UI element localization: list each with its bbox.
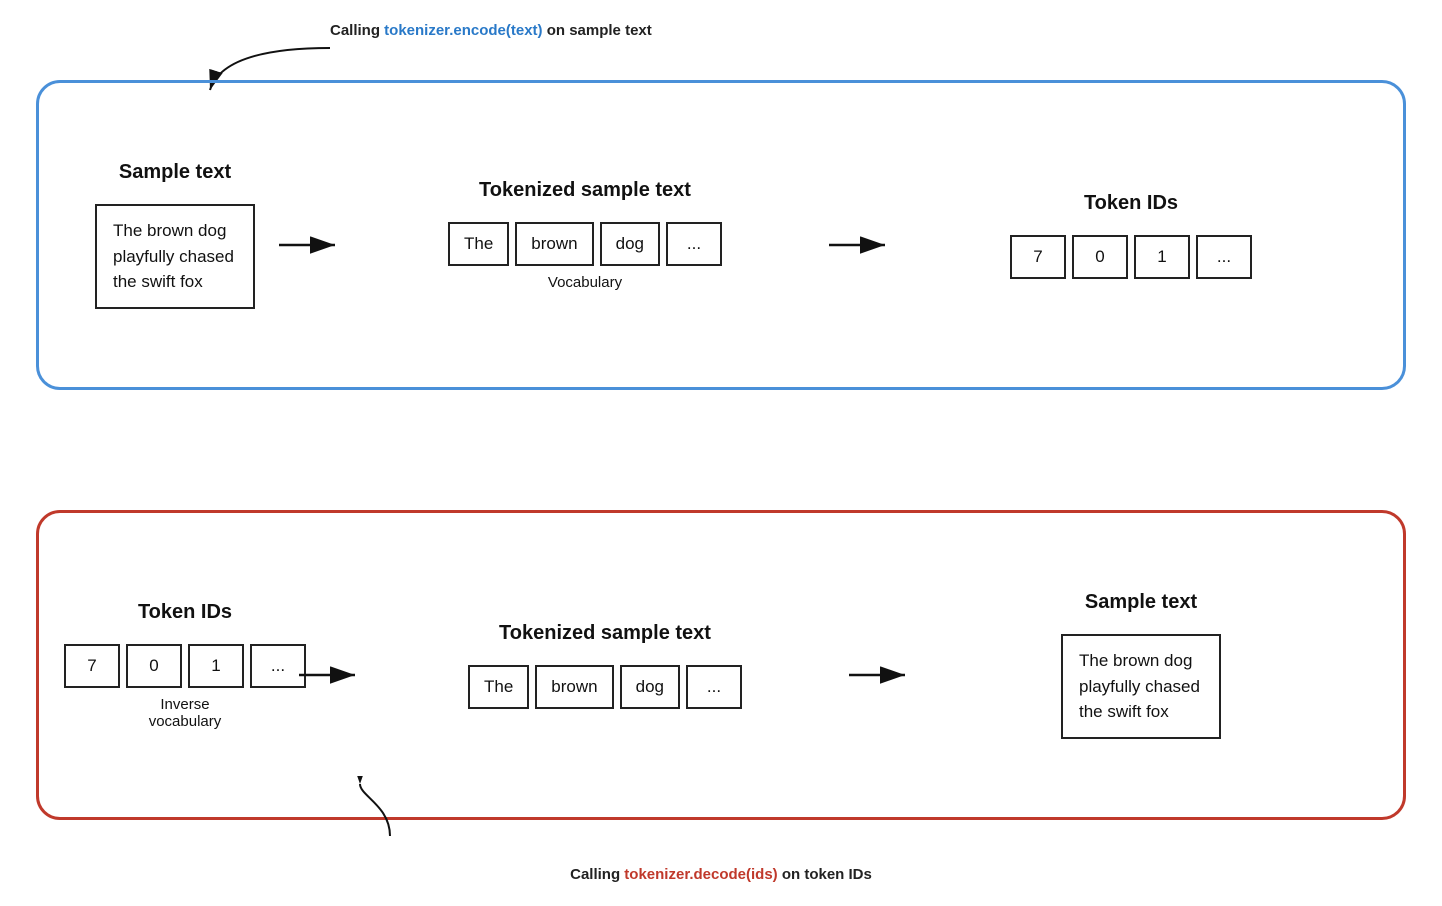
token-the: The bbox=[448, 222, 509, 266]
token-ellipsis: ... bbox=[666, 222, 722, 266]
encode-sample-textbox: The brown dog playfully chased the swift… bbox=[95, 204, 255, 309]
decode-id-7: 7 bbox=[64, 644, 120, 688]
decode-id-1: 1 bbox=[188, 644, 244, 688]
main-container: Calling tokenizer.encode(text) on sample… bbox=[0, 0, 1442, 906]
encode-token-boxes: The brown dog ... bbox=[448, 222, 722, 266]
bottom-annotation-text: Calling tokenizer.decode(ids) on token I… bbox=[570, 866, 872, 883]
token-brown: brown bbox=[515, 222, 593, 266]
decode-token-dog: dog bbox=[620, 665, 680, 709]
encode-ids-heading: Token IDs bbox=[1084, 192, 1178, 215]
decode-id-boxes: 7 0 1 ... bbox=[64, 644, 306, 688]
decode-sample-heading: Sample text bbox=[1085, 591, 1197, 614]
decode-token-boxes: The brown dog ... bbox=[468, 665, 742, 709]
decode-panel: Token IDs 7 0 1 ... Inverse vocabulary bbox=[36, 510, 1406, 820]
encode-sample-section: Sample text The brown dog playfully chas… bbox=[75, 161, 275, 309]
encode-arrow1 bbox=[275, 230, 345, 260]
decode-vocab-label: Inverse vocabulary bbox=[149, 696, 222, 730]
decode-token-ellipsis: ... bbox=[686, 665, 742, 709]
encode-vocab-label: Vocabulary bbox=[548, 274, 622, 291]
bottom-arrow-svg bbox=[330, 776, 530, 846]
top-annotation-text: Calling tokenizer.encode(text) on sample… bbox=[330, 22, 652, 39]
encode-tokenized-section: Tokenized sample text The brown dog ... … bbox=[345, 179, 825, 291]
id-1: 1 bbox=[1134, 235, 1190, 279]
decode-arrow2 bbox=[845, 660, 915, 690]
decode-token-brown: brown bbox=[535, 665, 613, 709]
encode-sample-heading: Sample text bbox=[119, 161, 231, 184]
decode-sample-textbox: The brown dog playfully chased the swift… bbox=[1061, 634, 1221, 739]
decode-arrow1 bbox=[295, 660, 365, 690]
encode-panel: Sample text The brown dog playfully chas… bbox=[36, 80, 1406, 390]
top-annotation: Calling tokenizer.encode(text) on sample… bbox=[330, 22, 652, 39]
bottom-annotation: Calling tokenizer.decode(ids) on token I… bbox=[570, 866, 872, 884]
encode-arrow2 bbox=[825, 230, 895, 260]
decode-tokenized-heading: Tokenized sample text bbox=[499, 622, 711, 645]
decode-sample-section: Sample text The brown dog playfully chas… bbox=[915, 591, 1367, 739]
encode-id-boxes: 7 0 1 ... bbox=[1010, 235, 1252, 279]
decode-token-the: The bbox=[468, 665, 529, 709]
encode-tokenized-heading: Tokenized sample text bbox=[479, 179, 691, 202]
decode-ids-heading: Token IDs bbox=[138, 601, 232, 624]
id-0: 0 bbox=[1072, 235, 1128, 279]
id-ellipsis: ... bbox=[1196, 235, 1252, 279]
decode-id-0: 0 bbox=[126, 644, 182, 688]
decode-tokenized-section: Tokenized sample text The brown dog ... bbox=[365, 622, 845, 709]
decode-ids-section: Token IDs 7 0 1 ... Inverse vocabulary bbox=[75, 601, 295, 730]
id-7: 7 bbox=[1010, 235, 1066, 279]
token-dog: dog bbox=[600, 222, 660, 266]
encode-ids-section: Token IDs 7 0 1 ... bbox=[895, 192, 1367, 279]
